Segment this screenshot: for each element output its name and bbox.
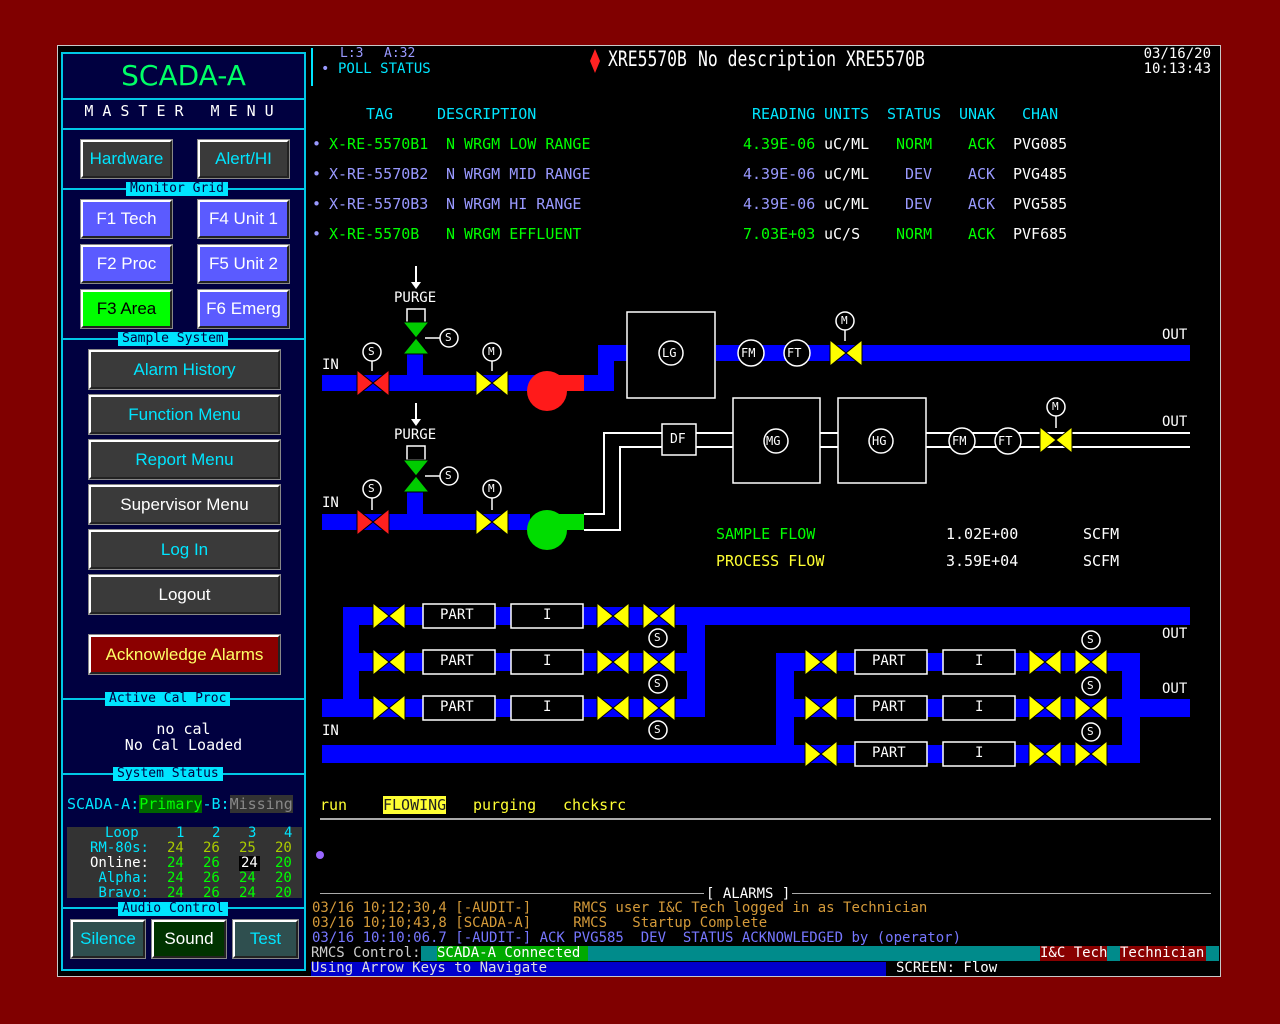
solenoid-icon[interactable]: S <box>368 482 375 495</box>
motor-icon[interactable]: M <box>1052 400 1059 413</box>
particulate-filter[interactable]: PART <box>440 653 474 669</box>
solenoid-icon[interactable]: S <box>1087 725 1094 738</box>
alarm-line[interactable]: 03/16 10;10;43,8 [SCADA-A] RMCS Startup … <box>312 916 767 931</box>
process-flow-value: 3.59E+04 <box>946 552 1019 570</box>
state-chcksrc: chcksrc <box>563 796 627 814</box>
particulate-filter[interactable]: PART <box>872 745 906 761</box>
motor-icon[interactable]: M <box>488 345 495 358</box>
purge-label: PURGE <box>394 290 437 306</box>
sample-flow-units: SCFM <box>1083 525 1120 543</box>
state-purging: purging <box>473 796 537 814</box>
iodine-cartridge[interactable]: I <box>975 745 983 761</box>
particulate-filter[interactable]: PART <box>872 699 906 715</box>
current-user: I&C Tech <box>1040 945 1108 961</box>
solenoid-icon[interactable]: S <box>1087 633 1094 646</box>
state-flowing: FLOWING <box>383 796 447 814</box>
particulate-filter[interactable]: PART <box>872 653 906 669</box>
motor-icon[interactable]: M <box>841 314 848 327</box>
alarm-line[interactable]: 03/16 10;12;30,4 [-AUDIT-] RMCS user I&C… <box>312 901 927 916</box>
flow-meter-icon[interactable]: FM <box>741 346 755 360</box>
connection-status: SCADA-A Connected <box>437 946 589 961</box>
solenoid-icon[interactable]: S <box>1087 679 1094 692</box>
outlet-label: OUT <box>1162 414 1188 430</box>
cursor-icon <box>316 851 324 859</box>
purge-label: PURGE <box>394 427 437 443</box>
outlet-label: OUT <box>1162 626 1188 642</box>
particulate-filter[interactable]: PART <box>440 607 474 623</box>
particulate-filter[interactable]: PART <box>440 699 474 715</box>
inlet-label: IN <box>322 495 339 511</box>
high-range-detector-icon[interactable]: HG <box>872 434 886 448</box>
outlet-label: OUT <box>1162 327 1188 343</box>
process-flow-units: SCFM <box>1083 552 1120 570</box>
solenoid-icon[interactable]: S <box>654 723 661 736</box>
motor-icon[interactable]: M <box>488 482 495 495</box>
solenoid-icon[interactable]: S <box>368 345 375 358</box>
state-run: run <box>320 796 348 814</box>
navigation-hint: Using Arrow Keys to Navigate <box>311 960 548 976</box>
sample-flow-value: 1.02E+00 <box>946 525 1019 543</box>
alarm-line[interactable]: 03/16 10:10:06.7 [-AUDIT-] ACK PVG585 DE… <box>312 931 961 946</box>
iodine-cartridge[interactable]: I <box>975 699 983 715</box>
iodine-cartridge[interactable]: I <box>543 653 551 669</box>
flow-meter-icon[interactable]: FM <box>952 434 966 448</box>
solenoid-icon[interactable]: S <box>445 331 452 344</box>
process-flow-label: PROCESS FLOW <box>716 552 825 570</box>
dilution-filter-icon[interactable]: DF <box>670 432 686 447</box>
inlet-label: IN <box>322 723 339 739</box>
outlet-label: OUT <box>1162 681 1188 697</box>
sample-flow-label: SAMPLE FLOW <box>716 525 816 543</box>
flow-transmitter-icon[interactable]: FT <box>998 434 1012 448</box>
flow-diagram <box>322 266 1190 768</box>
solenoid-icon[interactable]: S <box>654 631 661 644</box>
divider <box>320 818 1211 820</box>
mid-range-detector-icon[interactable]: MG <box>766 434 780 448</box>
iodine-cartridge[interactable]: I <box>975 653 983 669</box>
solenoid-icon[interactable]: S <box>654 677 661 690</box>
control-label: RMCS Control: <box>311 945 421 961</box>
current-role: Technician <box>1120 945 1207 961</box>
flow-transmitter-icon[interactable]: FT <box>787 346 801 360</box>
inlet-label: IN <box>322 357 339 373</box>
screen-name: SCREEN: Flow <box>896 960 998 976</box>
low-range-detector-icon[interactable]: LG <box>662 346 676 360</box>
iodine-cartridge[interactable]: I <box>543 607 551 623</box>
iodine-cartridge[interactable]: I <box>543 699 551 715</box>
solenoid-icon[interactable]: S <box>445 469 452 482</box>
